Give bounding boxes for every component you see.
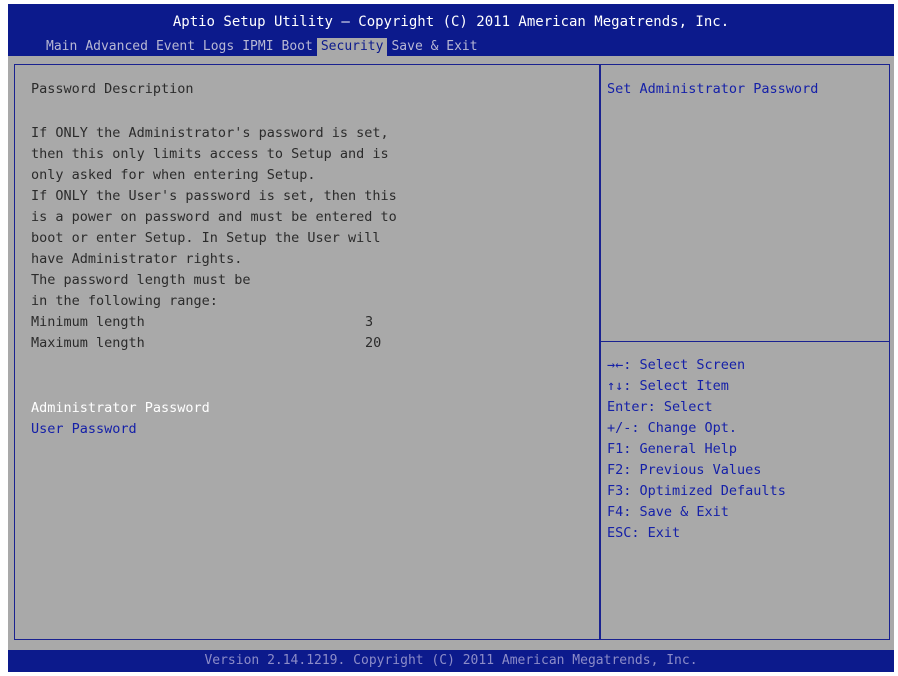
description-line: If ONLY the User's password is set, then… (31, 188, 397, 204)
tab-main[interactable]: Main (42, 38, 81, 56)
key-hint-desc: General Help (631, 441, 738, 457)
utility-title: Aptio Setup Utility – Copyright (C) 2011… (172, 14, 730, 30)
min-length-label: Minimum length (31, 314, 145, 330)
key-hint-key: Enter: (607, 399, 656, 415)
section-title: Password Description (31, 81, 194, 97)
key-hint: F4: Save & Exit (607, 504, 729, 520)
key-hint-key: →←: (607, 357, 632, 373)
settings-panel: Password Description If ONLY the Adminis… (14, 64, 600, 640)
description-line: only asked for when entering Setup. (31, 167, 316, 183)
max-length-value: 20 (365, 335, 382, 351)
bios-screen: Aptio Setup Utility – Copyright (C) 2011… (8, 4, 894, 672)
key-hint: Enter: Select (607, 399, 713, 415)
tab-boot[interactable]: Boot (278, 38, 317, 56)
tab-save-exit[interactable]: Save & Exit (387, 38, 481, 56)
description-line: is a power on password and must be enter… (31, 209, 397, 225)
key-hint-desc: Change Opt. (639, 420, 738, 436)
key-hint-key: +/-: (607, 420, 640, 436)
key-hint: F2: Previous Values (607, 462, 761, 478)
tab-security[interactable]: Security (316, 38, 388, 56)
key-hint-desc: Exit (639, 525, 681, 541)
description-line: have Administrator rights. (31, 251, 243, 267)
header-bar: Aptio Setup Utility – Copyright (C) 2011… (8, 4, 894, 56)
key-hint-key: F1: (607, 441, 632, 457)
key-hint: F1: General Help (607, 441, 737, 457)
key-hint-desc: Select (655, 399, 713, 415)
key-hint-desc: Save & Exit (631, 504, 729, 520)
key-hint-desc: Optimized Defaults (631, 483, 786, 499)
key-hint-key: F4: (607, 504, 632, 520)
administrator-password-item[interactable]: Administrator Password (31, 400, 210, 416)
description-line: The password length must be (31, 272, 251, 288)
key-hint: ↑↓: Select Item (607, 378, 729, 394)
help-panel: Set Administrator Password →←: Select Sc… (600, 64, 890, 640)
key-hint-desc: Previous Values (631, 462, 762, 478)
description-line: If ONLY the Administrator's password is … (31, 125, 389, 141)
key-hint-desc: Select Item (631, 378, 729, 394)
key-hint-key: ESC: (607, 525, 640, 541)
tab-advanced[interactable]: Advanced (81, 38, 152, 56)
tab-event-logs[interactable]: Event Logs (152, 38, 238, 56)
key-hint-desc: Select Screen (631, 357, 746, 373)
user-password-item[interactable]: User Password (31, 421, 137, 437)
key-hint-key: ↑↓: (607, 378, 632, 394)
key-hint: F3: Optimized Defaults (607, 483, 786, 499)
min-length-value: 3 (365, 314, 374, 330)
help-divider (601, 341, 889, 342)
item-help-text: Set Administrator Password (607, 81, 819, 97)
description-line: in the following range: (31, 293, 218, 309)
key-hint: ESC: Exit (607, 525, 680, 541)
key-hint: →←: Select Screen (607, 357, 745, 373)
tab-ipmi[interactable]: IPMI (238, 38, 277, 56)
menu-bar: Main Advanced Event Logs IPMI Boot Secur… (42, 38, 482, 56)
key-hint-key: F3: (607, 483, 632, 499)
description-line: boot or enter Setup. In Setup the User w… (31, 230, 381, 246)
max-length-label: Maximum length (31, 335, 145, 351)
key-hint: +/-: Change Opt. (607, 420, 737, 436)
footer-bar: Version 2.14.1219. Copyright (C) 2011 Am… (8, 650, 894, 672)
description-line: then this only limits access to Setup an… (31, 146, 389, 162)
key-hint-key: F2: (607, 462, 632, 478)
